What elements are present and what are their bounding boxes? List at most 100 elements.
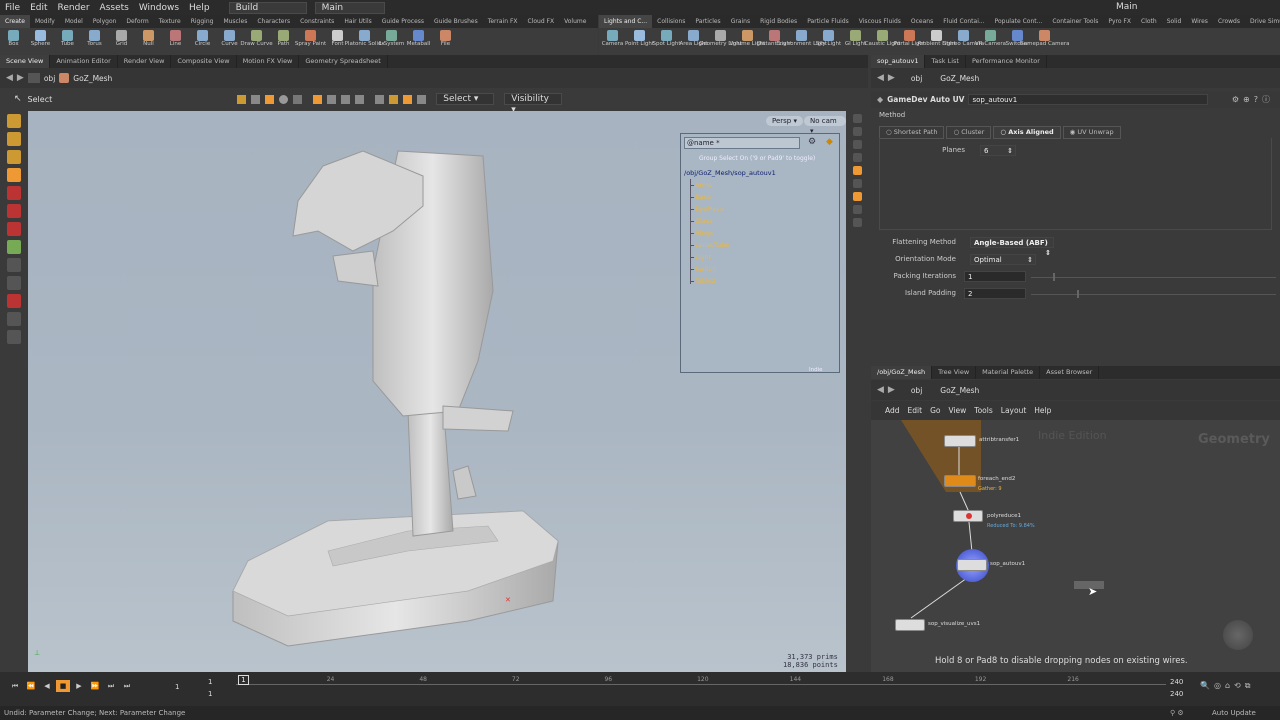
- group-item-switch[interactable]: Switch: [690, 265, 717, 273]
- tab-tree-view[interactable]: Tree View: [932, 366, 977, 379]
- tab-rigging[interactable]: Rigging: [186, 15, 219, 28]
- right-main-dropdown[interactable]: Main: [1110, 1, 1170, 14]
- pack-slider-handle[interactable]: [1053, 273, 1055, 281]
- param-back-icon[interactable]: ◀: [877, 73, 884, 83]
- tab-material-palette[interactable]: Material Palette: [976, 366, 1041, 379]
- render-region-icon[interactable]: [7, 258, 21, 272]
- tool-spot-light[interactable]: Spot Light: [653, 28, 681, 55]
- tool-sphere[interactable]: Sphere: [27, 28, 54, 55]
- tab-hair-utils[interactable]: Hair Utils: [339, 15, 376, 28]
- tab-create[interactable]: Create: [0, 15, 30, 28]
- play-reverse-icon[interactable]: ◀: [40, 680, 54, 692]
- rotate-tool-icon[interactable]: [7, 150, 21, 164]
- lasso-icon[interactable]: [327, 94, 337, 104]
- pose-tool-icon[interactable]: [7, 186, 21, 200]
- node-sop-visualize-uvs1[interactable]: [895, 619, 925, 631]
- tab-texture[interactable]: Texture: [154, 15, 186, 28]
- tool-point-light[interactable]: Point Light: [625, 28, 654, 55]
- connected-icon[interactable]: [417, 94, 427, 104]
- end-frame-2[interactable]: 240: [1170, 690, 1183, 698]
- tool-camera[interactable]: Camera: [599, 28, 626, 55]
- tab-motion-fx-view[interactable]: Motion FX View: [237, 55, 300, 68]
- tool-file[interactable]: File: [432, 28, 459, 55]
- visible-only-icon[interactable]: [375, 94, 385, 104]
- planes-field[interactable]: 6 ⇕: [980, 145, 1016, 156]
- snap-icon[interactable]: [852, 192, 862, 201]
- tool-curve[interactable]: Curve: [216, 28, 243, 55]
- camera-menu[interactable]: No cam ▾: [804, 116, 846, 135]
- group-item-light[interactable]: Light: [689, 253, 711, 261]
- home-icon[interactable]: [852, 153, 862, 162]
- network-editor[interactable]: Indie Edition Geometry attribtransfer1 f…: [871, 420, 1280, 672]
- tab-geometry-spreadsheet[interactable]: Geometry Spreadsheet: [299, 55, 388, 68]
- menu-assets[interactable]: Assets: [95, 3, 134, 13]
- param-header-icons[interactable]: ⚙⊕?ⓘ: [1232, 94, 1274, 105]
- island-field[interactable]: 2: [964, 288, 1026, 299]
- tab-guide-process[interactable]: Guide Process: [377, 15, 429, 28]
- groups-icon[interactable]: [403, 94, 413, 104]
- group-item-glass[interactable]: Glass: [690, 217, 713, 225]
- tab-model[interactable]: Model: [60, 15, 88, 28]
- group-item-arms[interactable]: Arms: [690, 181, 712, 189]
- orient-dropdown[interactable]: Optimal ⇕: [970, 254, 1036, 265]
- tab-container-tools[interactable]: Container Tools: [1047, 15, 1103, 28]
- tab-deform[interactable]: Deform: [121, 15, 153, 28]
- pin-icon[interactable]: ◆: [826, 137, 833, 147]
- tab-composite-view[interactable]: Composite View: [171, 55, 237, 68]
- net-menu-help[interactable]: Help: [1034, 406, 1051, 415]
- tab-cloud-fx[interactable]: Cloud FX: [523, 15, 560, 28]
- island-slider[interactable]: [1031, 294, 1276, 295]
- tab-obj-goz-mesh[interactable]: /obj/GoZ_Mesh: [871, 366, 933, 379]
- tab-guide-brushes[interactable]: Guide Brushes: [429, 15, 483, 28]
- snapping-icon[interactable]: [7, 294, 21, 308]
- tab-sop-autouv1[interactable]: sop_autouv1: [871, 55, 926, 68]
- node-foreach-end2[interactable]: [944, 475, 976, 487]
- back-icon[interactable]: ◀: [6, 73, 13, 83]
- camera-tool-icon[interactable]: [7, 312, 21, 326]
- tool-stereo-camera[interactable]: Stereo Camera: [943, 28, 984, 55]
- pack-field[interactable]: 1: [964, 271, 1026, 282]
- magnet-icon[interactable]: [7, 276, 21, 290]
- gear-icon[interactable]: ⚙: [808, 137, 816, 147]
- tool-grid[interactable]: Grid: [108, 28, 135, 55]
- visibility-dropdown[interactable]: Visibility ▾: [504, 93, 563, 115]
- net-back-icon[interactable]: ◀: [877, 385, 884, 395]
- tool-draw-curve[interactable]: Draw Curve: [240, 28, 273, 55]
- tab-lights-and-c[interactable]: Lights and C...: [599, 15, 653, 28]
- net-path-obj[interactable]: obj: [911, 386, 922, 395]
- last-frame-icon[interactable]: ⏭: [120, 680, 134, 692]
- snap-tool-icon[interactable]: [7, 240, 21, 254]
- tab-task-list[interactable]: Task List: [925, 55, 966, 68]
- persp-menu[interactable]: Persp ▾: [766, 116, 803, 126]
- edge-mode-icon[interactable]: [293, 94, 303, 104]
- tool-line[interactable]: Line: [162, 28, 189, 55]
- desktop-dropdown[interactable]: Build: [228, 1, 307, 14]
- tab-asset-browser[interactable]: Asset Browser: [1040, 366, 1100, 379]
- ghost-icon[interactable]: [852, 127, 862, 136]
- prev-key-icon[interactable]: ⏪: [24, 680, 38, 692]
- box-select-icon[interactable]: [313, 94, 323, 104]
- start-frame-2[interactable]: 1: [208, 690, 212, 698]
- shade-icon[interactable]: [852, 218, 862, 227]
- select-arrow-icon[interactable]: ↖: [14, 94, 22, 104]
- move-tool-icon[interactable]: [7, 132, 21, 146]
- select-tool-label[interactable]: Select: [28, 95, 53, 104]
- forward-icon[interactable]: ▶: [17, 73, 24, 83]
- flatten-dropdown[interactable]: Angle-Based (ABF) ⇕: [970, 237, 1054, 257]
- object-mode-icon[interactable]: [237, 94, 247, 104]
- menu-render[interactable]: Render: [53, 3, 95, 13]
- tab-render-view[interactable]: Render View: [118, 55, 172, 68]
- tool-null[interactable]: Null: [135, 28, 162, 55]
- tool-environment-light[interactable]: Environment Light: [776, 28, 827, 55]
- scale-tool-icon[interactable]: [7, 168, 21, 182]
- tool-l-system[interactable]: L-System: [378, 28, 405, 55]
- tool-platonic-solids[interactable]: Platonic Solids: [345, 28, 384, 55]
- tab-oceans[interactable]: Oceans: [906, 15, 938, 28]
- paint-select-icon[interactable]: [341, 94, 351, 104]
- net-forward-icon[interactable]: ▶: [888, 385, 895, 395]
- point-mode-icon[interactable]: [251, 94, 261, 104]
- tab-modify[interactable]: Modify: [30, 15, 60, 28]
- group-item-table2[interactable]: Table2: [690, 277, 716, 285]
- tab-polygon[interactable]: Polygon: [88, 15, 122, 28]
- tool-gamepad-camera[interactable]: Gamepad Camera: [1019, 28, 1070, 55]
